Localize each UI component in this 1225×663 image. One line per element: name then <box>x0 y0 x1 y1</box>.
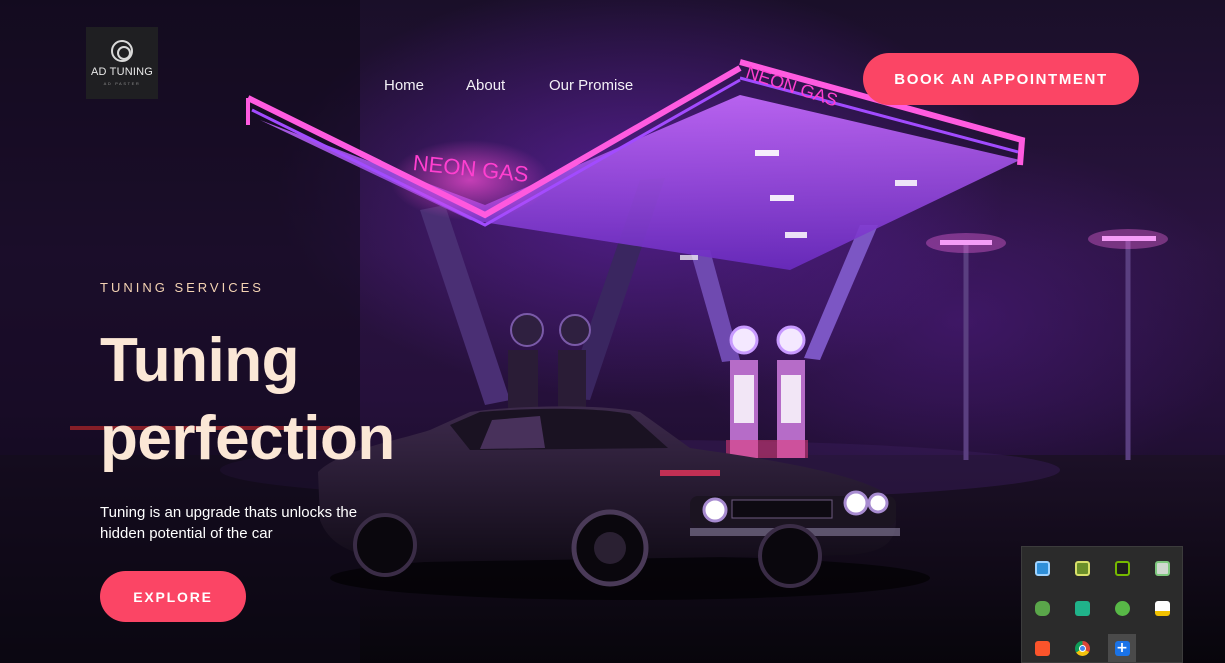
brave-icon[interactable] <box>1028 634 1056 662</box>
add-icon[interactable]: + <box>1108 634 1136 662</box>
hero-headline-line-1: Tuning <box>100 326 299 395</box>
hero-description: Tuning is an upgrade thats unlocks the h… <box>100 504 358 542</box>
nvidia-icon[interactable] <box>1108 554 1136 582</box>
nav-item-home[interactable]: Home <box>384 77 424 94</box>
system-tray-overflow: + <box>1021 546 1183 663</box>
turbo-icon <box>111 40 133 62</box>
security-check-icon[interactable] <box>1148 554 1176 582</box>
windows-security-warning-icon[interactable] <box>1148 594 1176 622</box>
hero-eyebrow: TUNING SERVICES <box>100 280 264 295</box>
utorrent-icon[interactable] <box>1108 594 1136 622</box>
brand-name: AD TUNING <box>90 66 154 78</box>
nav-item-our-promise[interactable]: Our Promise <box>549 77 633 94</box>
app-c-icon[interactable] <box>1068 594 1096 622</box>
car-illustration <box>318 406 930 600</box>
hero-headline-line-2: perfection <box>100 404 395 473</box>
chrome-icon[interactable] <box>1068 634 1096 662</box>
brand-logo[interactable]: AD TUNING AD PASTER <box>86 27 158 99</box>
nav-item-about[interactable]: About <box>466 77 505 94</box>
book-appointment-button[interactable]: BOOK AN APPOINTMENT <box>863 53 1139 105</box>
gpu-monitor-icon[interactable] <box>1068 554 1096 582</box>
hero-headline: Tuning perfection <box>100 322 395 478</box>
display-settings-icon[interactable] <box>1028 554 1056 582</box>
explore-button[interactable]: EXPLORE <box>100 571 246 622</box>
brand-tagline: AD PASTER <box>103 81 141 86</box>
gamepad-icon[interactable] <box>1028 594 1056 622</box>
